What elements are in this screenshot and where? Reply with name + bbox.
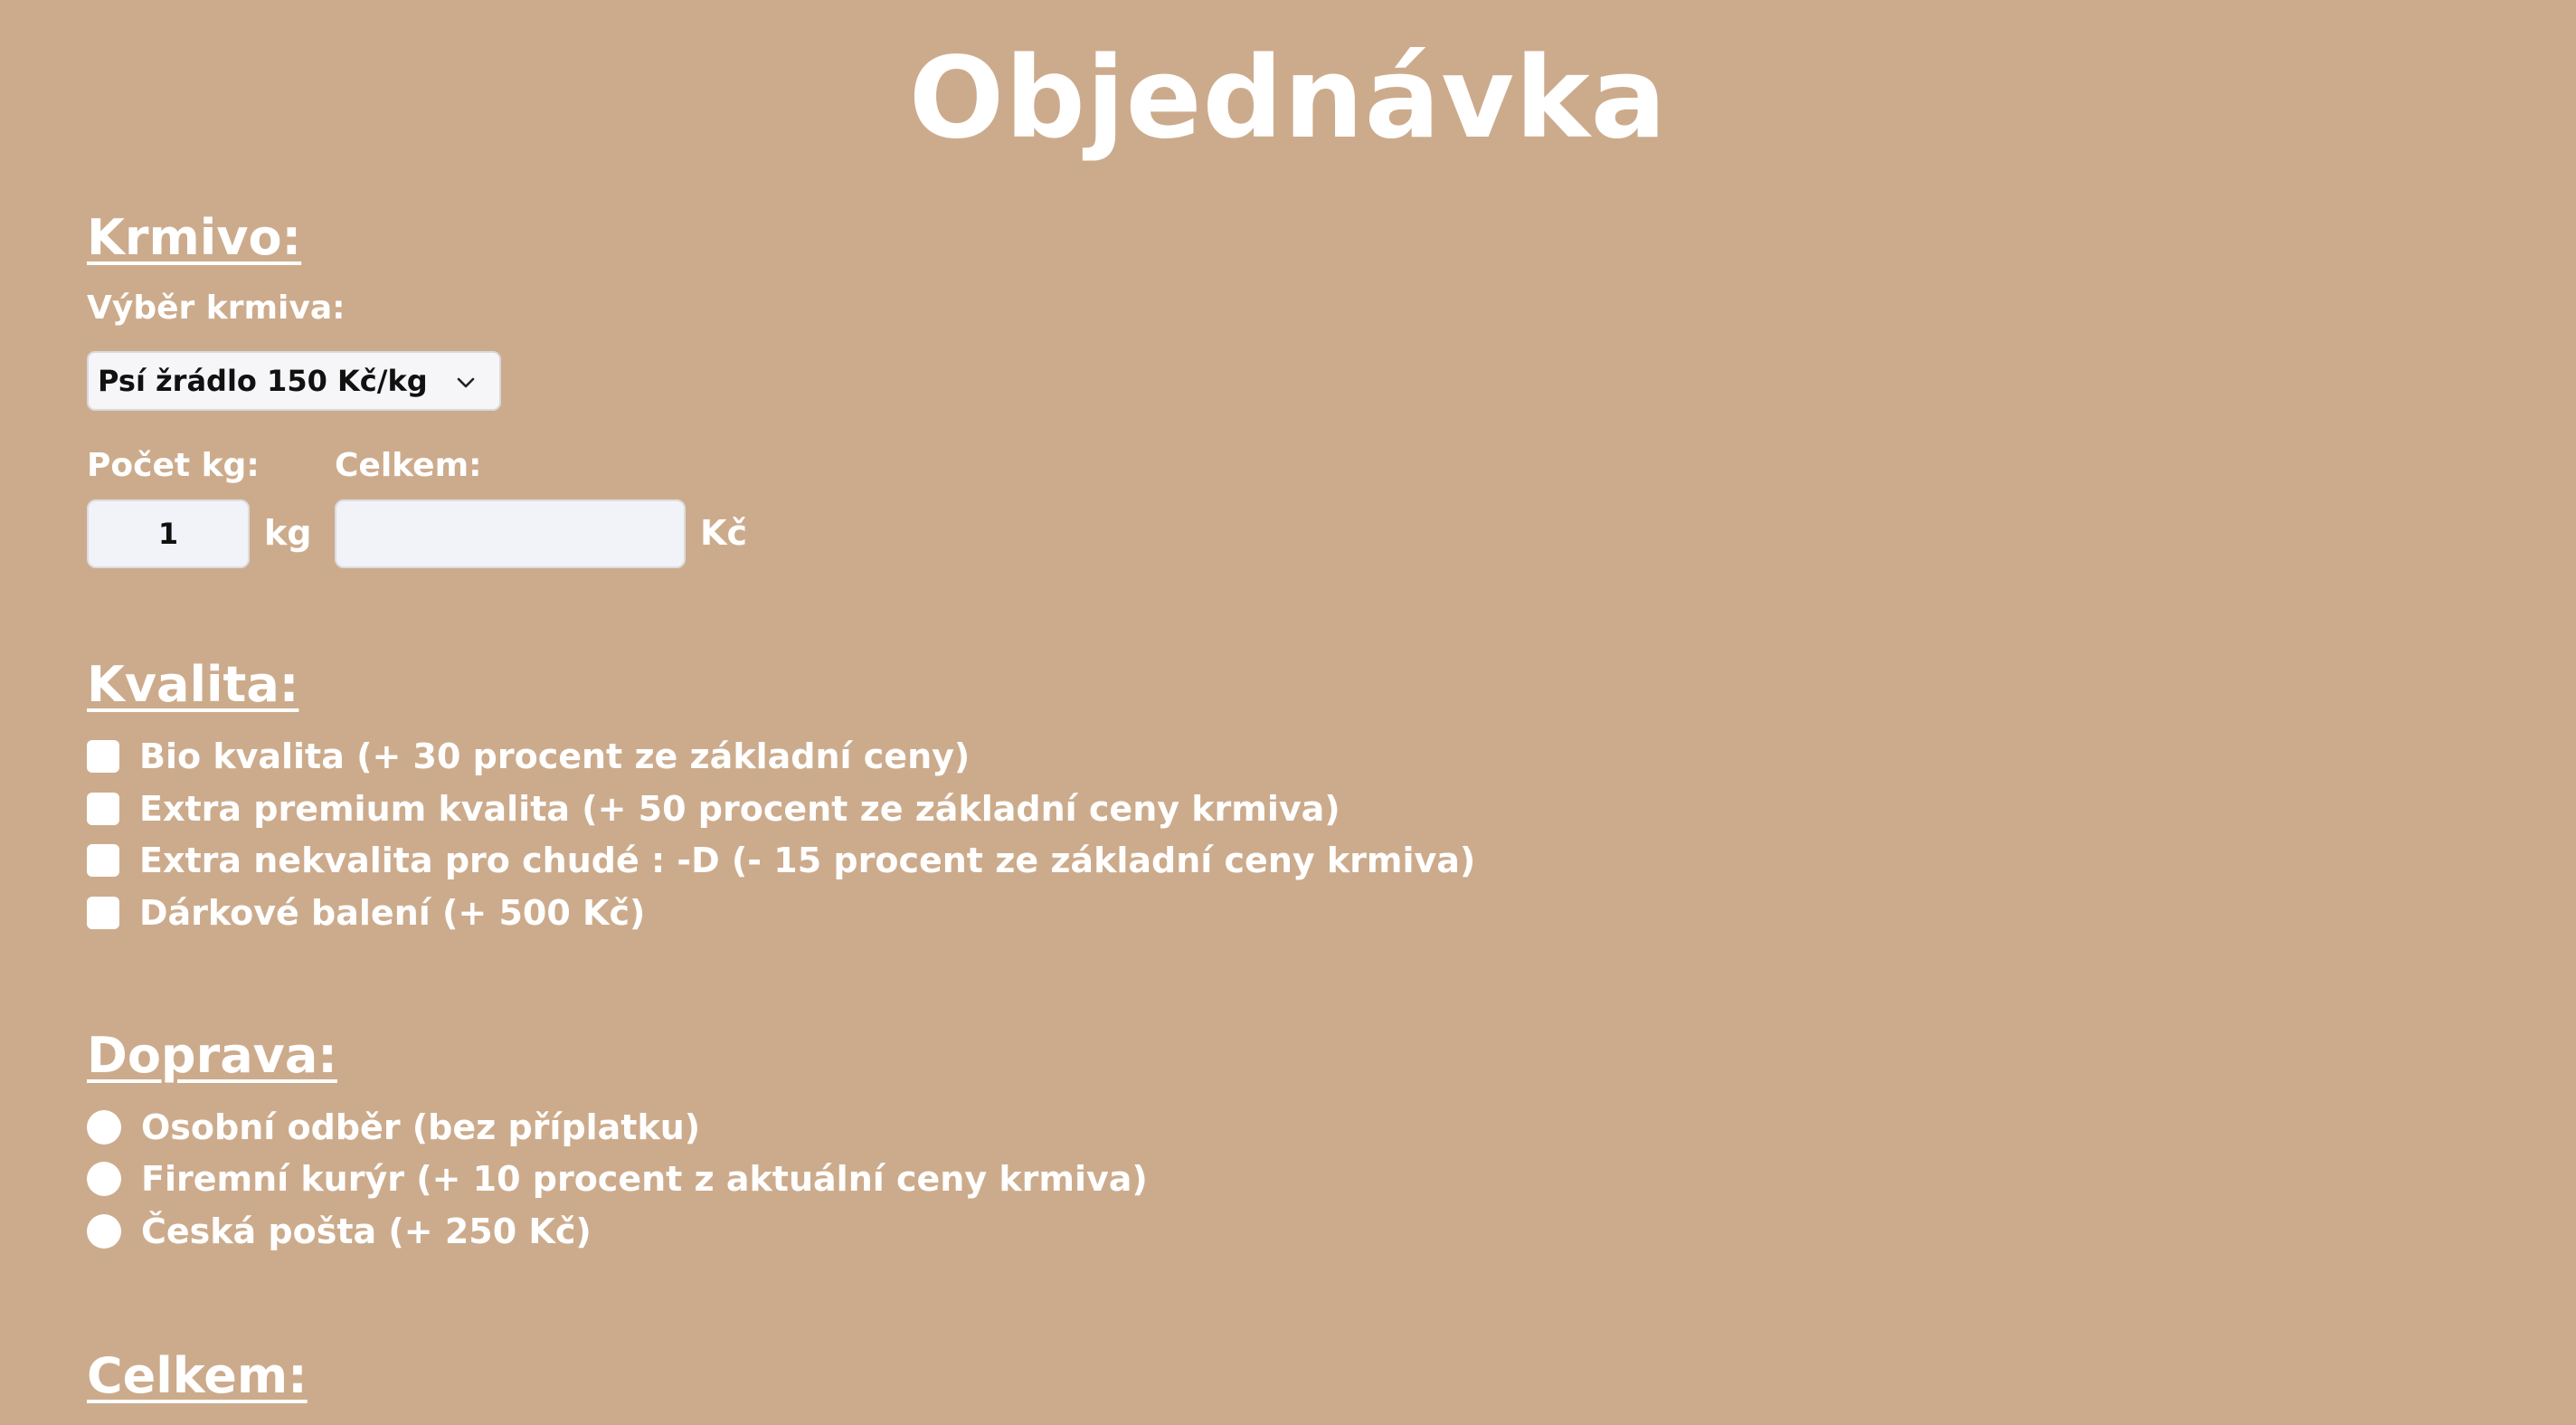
delivery-option-label: Česká pošta (+ 250 Kč) [141, 1211, 592, 1251]
radio-button[interactable] [87, 1162, 121, 1196]
page-title: Objednávka [908, 33, 1668, 164]
delivery-option-label: Osobní odběr (bez příplatku) [141, 1107, 701, 1147]
kg-input[interactable]: 1 [87, 499, 250, 568]
checkbox[interactable] [87, 844, 119, 877]
radio-button[interactable] [87, 1110, 121, 1145]
quality-option-label: Extra premium kvalita (+ 50 procent ze z… [139, 789, 1340, 829]
delivery-option-pickup[interactable]: Osobní odběr (bez příplatku) [87, 1107, 700, 1148]
delivery-option-post[interactable]: Česká pošta (+ 250 Kč) [87, 1211, 592, 1252]
doprava-heading: Doprava: [87, 1027, 337, 1084]
kvalita-heading: Kvalita: [87, 656, 299, 713]
checkbox[interactable] [87, 793, 119, 825]
delivery-option-courier[interactable]: Firemní kurýr (+ 10 procent z aktuální c… [87, 1158, 1148, 1200]
delivery-option-label: Firemní kurýr (+ 10 procent z aktuální c… [141, 1159, 1148, 1199]
checkbox[interactable] [87, 740, 119, 773]
food-select-value: Psí žrádlo 150 Kč/kg [98, 364, 428, 398]
kg-input-value: 1 [157, 517, 179, 551]
quality-option-budget[interactable]: Extra nekvalita pro chudé : -D (- 15 pro… [87, 840, 1475, 881]
quality-option-gift[interactable]: Dárkové balení (+ 500 Kč) [87, 892, 645, 934]
total-price-field[interactable] [335, 499, 686, 568]
quality-option-bio[interactable]: Bio kvalita (+ 30 procent ze základní ce… [87, 736, 970, 777]
kg-unit: kg [264, 513, 312, 553]
quality-option-label: Dárkové balení (+ 500 Kč) [139, 893, 646, 933]
checkbox[interactable] [87, 897, 119, 929]
food-select-label: Výběr krmiva: [87, 290, 346, 327]
order-page: Objednávka Krmivo: Výběr krmiva: Psí žrá… [0, 0, 2576, 1425]
celkem-heading: Celkem: [87, 1347, 308, 1404]
radio-button[interactable] [87, 1214, 121, 1249]
kg-label: Počet kg: [87, 447, 260, 484]
currency-unit: Kč [700, 513, 747, 553]
quality-option-label: Bio kvalita (+ 30 procent ze základní ce… [139, 736, 971, 776]
total-label: Celkem: [335, 447, 482, 484]
quality-option-label: Extra nekvalita pro chudé : -D (- 15 pro… [139, 841, 1476, 880]
quality-option-premium[interactable]: Extra premium kvalita (+ 50 procent ze z… [87, 788, 1340, 830]
food-select[interactable]: Psí žrádlo 150 Kč/kg [87, 351, 501, 411]
chevron-down-icon [457, 377, 475, 388]
krmivo-heading: Krmivo: [87, 209, 302, 266]
